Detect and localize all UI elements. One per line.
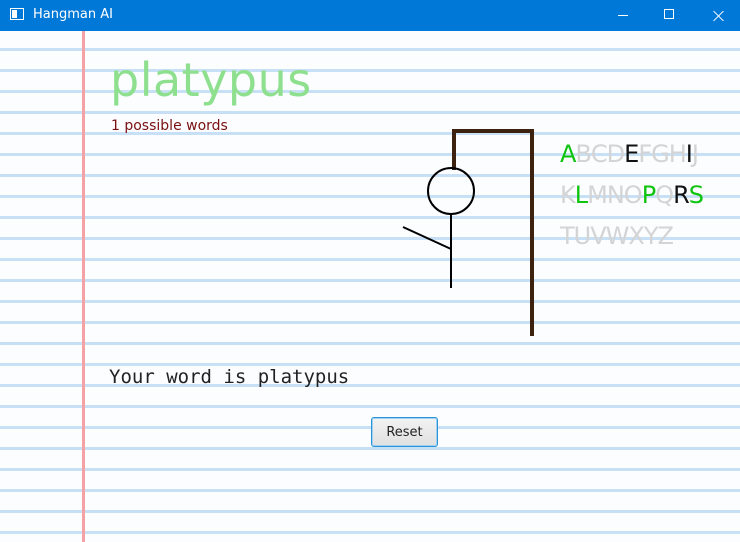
alphabet-panel: ABCDEFGHIJ KLMNOPQRS TUVWXYZ — [560, 134, 704, 257]
letter-n: N — [606, 181, 625, 209]
letter-a: A — [560, 140, 576, 168]
letter-h: H — [668, 140, 687, 168]
notebook-paper: platypus 1 possible words ABCDEFGHIJ KLMN… — [0, 31, 740, 542]
close-button[interactable] — [694, 0, 740, 31]
window-title: Hangman AI — [33, 7, 113, 22]
hangman-left-arm — [402, 226, 452, 250]
letter-t: T — [560, 222, 575, 250]
letter-u: U — [573, 222, 592, 250]
alphabet-row: ABCDEFGHIJ — [560, 134, 703, 175]
letter-f: F — [638, 140, 652, 168]
reset-button[interactable]: Reset — [371, 417, 438, 447]
app-window-icon — [10, 8, 24, 20]
hangman-drawing — [402, 129, 534, 336]
letter-s: S — [688, 181, 704, 209]
maximize-button[interactable] — [646, 0, 692, 31]
result-message: Your word is platypus — [109, 366, 350, 388]
letter-r: R — [673, 181, 690, 209]
letter-g: G — [651, 140, 670, 168]
letter-c: C — [590, 140, 608, 168]
letter-j: J — [691, 140, 699, 168]
letter-k: K — [560, 181, 576, 209]
letter-y: Y — [643, 222, 659, 250]
hangman-figure — [402, 167, 475, 288]
hangman-head — [427, 167, 475, 215]
letter-d: D — [606, 140, 626, 168]
letter-z: Z — [657, 222, 674, 250]
letter-v: V — [590, 222, 606, 250]
alphabet-row: TUVWXYZ — [560, 216, 703, 257]
letter-o: O — [623, 181, 643, 209]
title-bar: Hangman AI — [0, 0, 740, 31]
minimize-button[interactable] — [600, 0, 646, 31]
letter-e: E — [624, 140, 639, 168]
letter-b: B — [575, 140, 592, 168]
letter-m: M — [587, 181, 608, 209]
letter-x: X — [628, 222, 644, 250]
letter-l: L — [574, 181, 588, 209]
alphabet-row: KLMNOPQRS — [560, 175, 704, 216]
gallows — [452, 129, 534, 336]
letter-w: W — [605, 222, 630, 250]
letter-q: Q — [655, 181, 674, 209]
letter-p: P — [641, 181, 657, 209]
